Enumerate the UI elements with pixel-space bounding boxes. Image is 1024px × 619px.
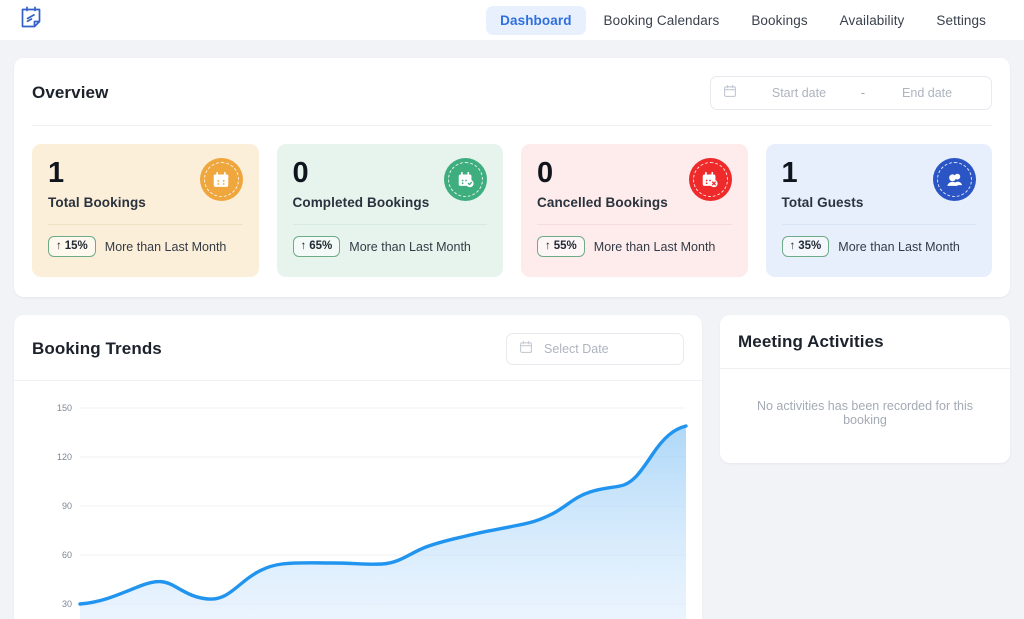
divider — [293, 224, 488, 225]
stat-comparison-text: More than Last Month — [349, 240, 471, 254]
stat-footer: ↑ 15% More than Last Month — [48, 236, 243, 257]
booking-trends-card: Booking Trends Select Date — [14, 315, 702, 619]
booking-trends-header: Booking Trends Select Date — [14, 315, 702, 381]
app-logo[interactable] — [16, 5, 46, 35]
meeting-activities-card: Meeting Activities No activities has bee… — [720, 315, 1010, 463]
arrow-up-icon: ↑ — [301, 240, 307, 253]
stat-card-completed-bookings: 0 Completed Bookings ↑ 65% More than Las… — [277, 144, 504, 277]
start-date-input[interactable]: Start date — [747, 86, 851, 100]
svg-text:30: 30 — [62, 599, 72, 609]
nav-item-bookings[interactable]: Bookings — [737, 6, 821, 35]
top-navigation-bar: Dashboard Booking Calendars Bookings Ava… — [0, 0, 1024, 40]
svg-text:120: 120 — [57, 452, 72, 462]
calendar-icon — [723, 84, 737, 103]
overview-title: Overview — [32, 83, 108, 103]
calendar-icon — [200, 158, 243, 201]
calendar-note-icon — [18, 5, 44, 36]
calendar-check-icon — [444, 158, 487, 201]
end-date-input[interactable]: End date — [875, 86, 979, 100]
meeting-activities-title: Meeting Activities — [738, 332, 992, 352]
calendar-icon — [519, 340, 533, 359]
nav-item-booking-calendars[interactable]: Booking Calendars — [590, 6, 734, 35]
arrow-up-icon: ↑ — [545, 240, 551, 253]
svg-text:60: 60 — [62, 550, 72, 560]
date-range-separator: - — [861, 86, 865, 100]
stat-comparison-text: More than Last Month — [594, 240, 716, 254]
overview-header: Overview Start date - End date — [32, 76, 992, 126]
nav-item-dashboard[interactable]: Dashboard — [486, 6, 585, 35]
select-date-picker[interactable]: Select Date — [506, 333, 684, 365]
stat-comparison-text: More than Last Month — [105, 240, 227, 254]
booking-trends-chart: 150 120 90 60 30 — [14, 381, 702, 619]
chart-y-axis: 150 120 90 60 30 — [57, 403, 72, 609]
stat-card-list: 1 Total Bookings ↑ 15% More than Last Mo… — [32, 144, 992, 277]
status-badge: ↑ 15% — [48, 236, 96, 257]
stat-card-total-guests: 1 Total Guests ↑ 35% More than Last Mont… — [766, 144, 993, 277]
empty-state-message: No activities has been recorded for this… — [736, 399, 994, 427]
divider — [537, 224, 732, 225]
main-nav: Dashboard Booking Calendars Bookings Ava… — [486, 6, 1000, 35]
area-chart-svg: 150 120 90 60 30 — [14, 381, 702, 619]
badge-value: 15% — [65, 240, 88, 253]
meeting-activities-header: Meeting Activities — [720, 315, 1010, 369]
arrow-up-icon: ↑ — [790, 240, 796, 253]
status-badge: ↑ 55% — [537, 236, 585, 257]
stat-footer: ↑ 55% More than Last Month — [537, 236, 732, 257]
badge-value: 55% — [554, 240, 577, 253]
date-range-picker[interactable]: Start date - End date — [710, 76, 992, 110]
svg-text:90: 90 — [62, 501, 72, 511]
chart-area-fill — [80, 426, 686, 619]
calendar-cancel-icon — [689, 158, 732, 201]
divider — [48, 224, 243, 225]
bottom-row: Booking Trends Select Date — [14, 315, 1010, 619]
divider — [782, 224, 977, 225]
stat-footer: ↑ 65% More than Last Month — [293, 236, 488, 257]
booking-trends-title: Booking Trends — [32, 339, 162, 359]
badge-value: 65% — [309, 240, 332, 253]
meeting-activities-body: No activities has been recorded for this… — [720, 369, 1010, 463]
stat-card-cancelled-bookings: 0 Cancelled Bookings ↑ 55% More than Las… — [521, 144, 748, 277]
select-date-input[interactable]: Select Date — [544, 342, 609, 356]
nav-item-availability[interactable]: Availability — [826, 6, 919, 35]
nav-item-settings[interactable]: Settings — [922, 6, 1000, 35]
stat-comparison-text: More than Last Month — [838, 240, 960, 254]
status-badge: ↑ 35% — [782, 236, 830, 257]
arrow-up-icon: ↑ — [56, 240, 62, 253]
stat-card-total-bookings: 1 Total Bookings ↑ 15% More than Last Mo… — [32, 144, 259, 277]
badge-value: 35% — [798, 240, 821, 253]
users-icon — [933, 158, 976, 201]
status-badge: ↑ 65% — [293, 236, 341, 257]
overview-card: Overview Start date - End date 1 Total B… — [14, 58, 1010, 297]
svg-text:150: 150 — [57, 403, 72, 413]
stat-footer: ↑ 35% More than Last Month — [782, 236, 977, 257]
